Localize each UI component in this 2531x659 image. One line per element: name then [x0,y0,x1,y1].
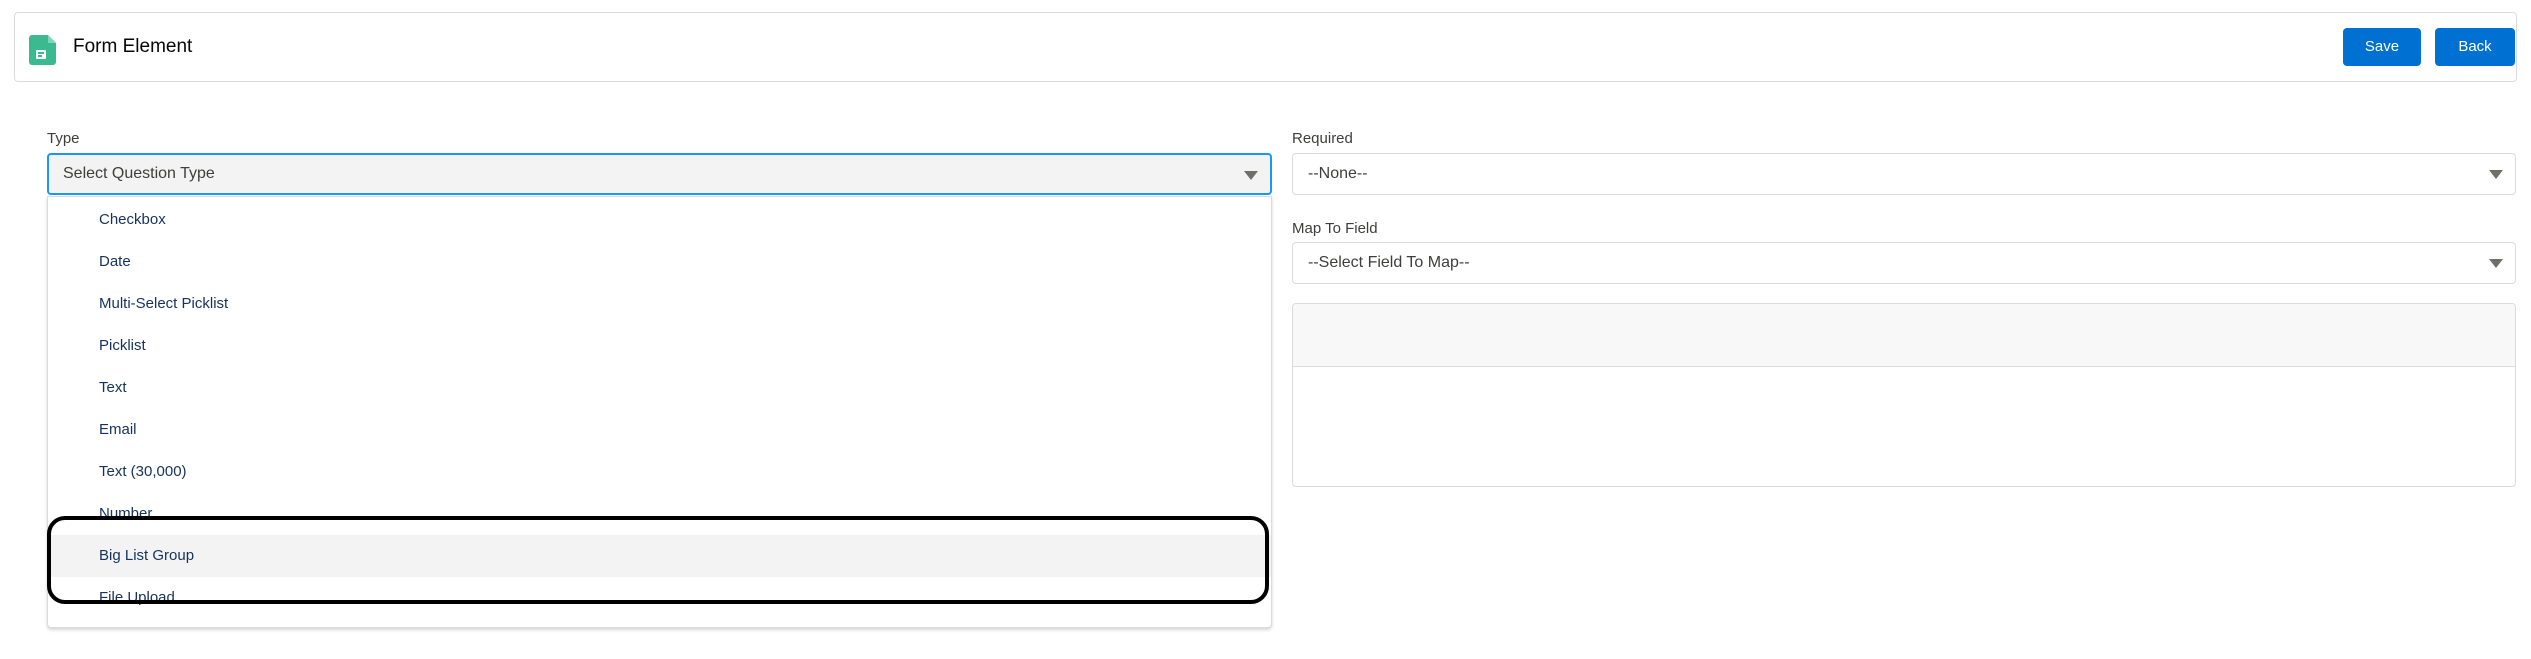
map-to-field-select[interactable]: --Select Field To Map-- [1292,242,2516,284]
chevron-down-icon [2489,170,2503,179]
type-select-value: Select Question Type [63,165,215,182]
option-text-30000[interactable]: Text (30,000) [48,451,1271,493]
options-card [1292,303,2516,487]
type-label: Type [47,130,80,147]
option-big-list-group[interactable]: Big List Group [48,535,1271,577]
type-select[interactable]: Select Question Type [47,153,1272,195]
option-number[interactable]: Number [48,493,1271,535]
required-select-value: --None-- [1308,165,1368,182]
page-header: Form Element Save Back [14,12,2517,82]
option-multi-select-picklist[interactable]: Multi-Select Picklist [48,283,1271,325]
question-type-dropdown: Checkbox Date Multi-Select Picklist Pick… [47,196,1272,628]
back-button[interactable]: Back [2435,28,2515,66]
map-to-field-label: Map To Field [1292,220,1378,237]
option-email[interactable]: Email [48,409,1271,451]
options-card-header [1293,304,2515,367]
option-text[interactable]: Text [48,367,1271,409]
option-checkbox[interactable]: Checkbox [48,199,1271,241]
required-select[interactable]: --None-- [1292,153,2516,195]
save-button[interactable]: Save [2343,28,2421,66]
option-file-upload[interactable]: File Upload [48,577,1271,619]
option-date[interactable]: Date [48,241,1271,283]
required-label: Required [1292,130,1353,147]
chevron-down-icon [2489,259,2503,268]
page-title: Form Element [73,36,193,57]
option-picklist[interactable]: Picklist [48,325,1271,367]
map-to-field-value: --Select Field To Map-- [1308,254,1470,271]
form-document-icon [29,35,57,65]
chevron-down-icon [1244,171,1258,180]
